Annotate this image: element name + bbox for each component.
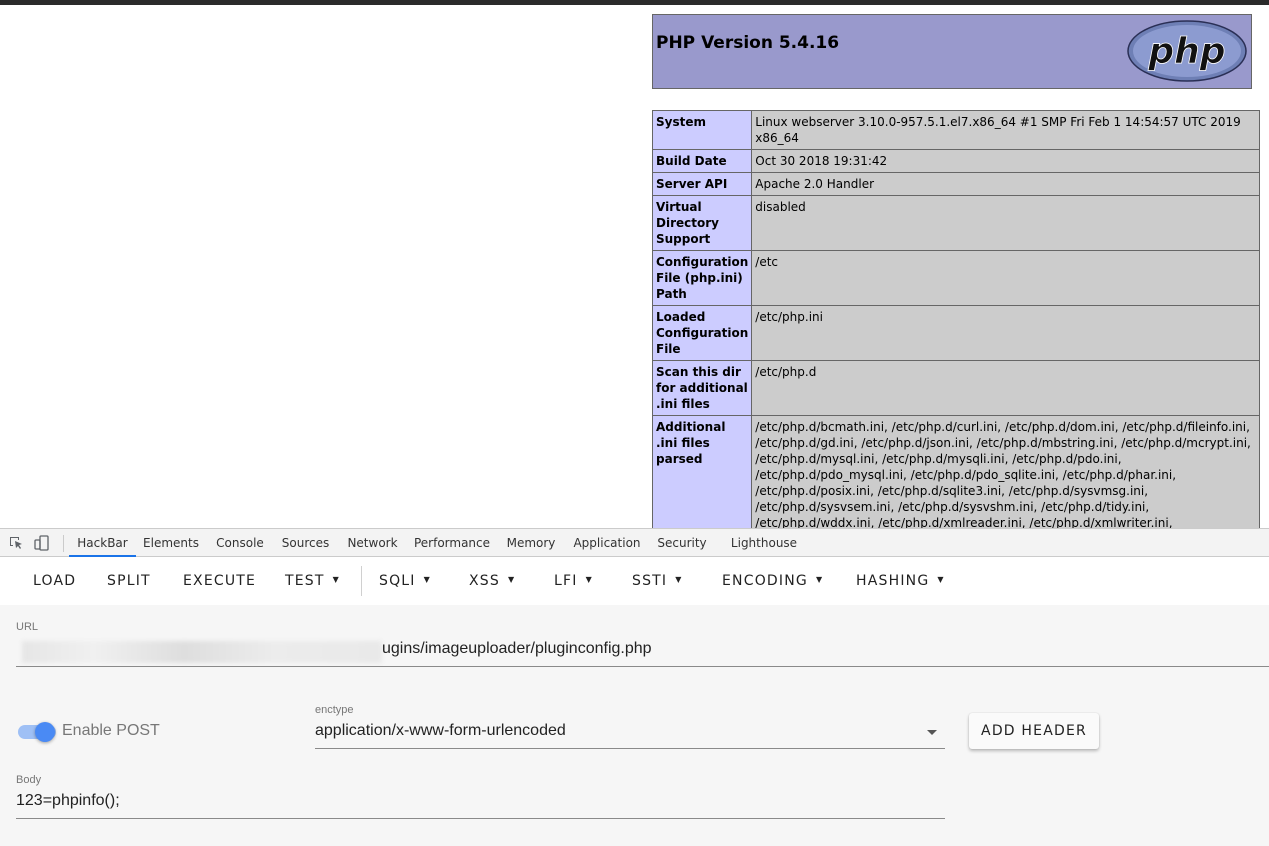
info-key: Scan this dir for additional .ini files — [651, 360, 753, 416]
toggle-knob[interactable] — [35, 722, 55, 742]
browser-viewport: PHP Version 5.4.16 php System Linux webse… — [0, 0, 1269, 528]
tab-network[interactable]: Network — [339, 529, 406, 557]
xss-label: XSS — [469, 573, 500, 589]
ssti-menu-button[interactable]: SSTI ▼ — [632, 557, 683, 605]
execute-button[interactable]: EXECUTE — [183, 557, 256, 605]
info-row: Build Date Oct 30 2018 19:31:42 — [651, 149, 1261, 173]
add-header-button[interactable]: ADD HEADER — [969, 713, 1099, 749]
hackbar-form: URL ugins/imageuploader/pluginconfig.php… — [0, 605, 1269, 846]
info-key: Build Date — [651, 149, 753, 173]
info-row: Additional .ini files parsed/etc/php.d/b… — [651, 415, 1261, 528]
info-value: Apache 2.0 Handler — [751, 172, 1261, 196]
tab-sources[interactable]: Sources — [274, 529, 337, 557]
tab-elements[interactable]: Elements — [137, 529, 205, 557]
tab-separator — [63, 535, 64, 552]
dropdown-arrow-icon[interactable] — [927, 730, 937, 735]
encoding-menu-button[interactable]: ENCODING ▼ — [722, 557, 823, 605]
php-version-title: PHP Version 5.4.16 — [656, 33, 840, 53]
devtools-tab-bar: HackBar Elements Console Sources Network Perf… — [0, 529, 1269, 557]
info-key: Server API — [651, 172, 753, 196]
load-label: LOAD — [33, 573, 77, 589]
tab-security[interactable]: Security — [650, 529, 714, 557]
body-underline — [16, 818, 945, 819]
url-input[interactable]: ugins/imageuploader/pluginconfig.php — [382, 640, 652, 658]
xss-menu-button[interactable]: XSS ▼ — [469, 557, 515, 605]
enctype-label: enctype — [315, 704, 354, 716]
sqli-label: SQLI — [379, 573, 416, 589]
sqli-menu-button[interactable]: SQLI ▼ — [379, 557, 431, 605]
toolbar-divider — [361, 566, 362, 596]
info-row: Loaded Configuration File/etc/php.ini — [651, 305, 1261, 361]
encoding-label: ENCODING — [722, 573, 808, 589]
info-row: Virtual Directory Support disabled — [651, 195, 1261, 251]
caret-down-icon: ▼ — [507, 575, 516, 584]
info-value: /etc/php.d — [751, 360, 1261, 416]
top-bar — [0, 0, 1269, 5]
load-button[interactable]: LOAD — [33, 557, 76, 605]
tab-lighthouse[interactable]: Lighthouse — [725, 529, 803, 557]
url-label: URL — [16, 621, 39, 633]
execute-label: EXECUTE — [183, 573, 257, 589]
enable-post-label: Enable POST — [62, 722, 160, 739]
split-label: SPLIT — [107, 573, 151, 589]
tab-application[interactable]: Application — [566, 529, 648, 557]
tab-console[interactable]: Console — [208, 529, 272, 557]
url-underline — [16, 666, 1269, 667]
info-key: System — [651, 110, 753, 150]
test-label: TEST — [285, 573, 325, 589]
tab-hackbar[interactable]: HackBar — [69, 529, 136, 557]
tab-memory[interactable]: Memory — [498, 529, 564, 557]
caret-down-icon: ▼ — [332, 575, 340, 584]
ssti-label: SSTI — [632, 573, 668, 589]
hashing-menu-button[interactable]: HASHING ▼ — [856, 557, 945, 605]
info-row: System Linux webserver 3.10.0-957.5.1.el7… — [651, 110, 1261, 150]
info-value: Linux webserver 3.10.0-957.5.1.el7.x86_6… — [751, 110, 1261, 150]
info-value: /etc — [751, 250, 1261, 306]
caret-down-icon: ▼ — [585, 575, 593, 584]
caret-down-icon: ▼ — [675, 575, 683, 584]
php-info-table: System Linux webserver 3.10.0-957.5.1.el7… — [651, 110, 1261, 528]
php-logo-icon: php — [1127, 20, 1247, 82]
split-button[interactable]: SPLIT — [107, 557, 151, 605]
enctype-underline — [315, 748, 945, 749]
info-value: disabled — [751, 195, 1261, 251]
caret-down-icon: ▼ — [423, 575, 431, 584]
hackbar-toolbar: LOAD SPLIT EXECUTE TEST ▼ SQLI ▼ XSS ▼ LFI ▼… — [0, 557, 1269, 605]
enctype-select[interactable]: application/x-www-form-urlencoded — [315, 722, 566, 740]
caret-down-icon: ▼ — [815, 575, 824, 584]
lfi-label: LFI — [554, 573, 578, 589]
info-key: Loaded Configuration File — [651, 305, 753, 361]
info-key: Additional .ini files parsed — [651, 415, 753, 528]
info-row: Configuration File (php.ini) Path/etc — [651, 250, 1261, 306]
caret-down-icon: ▼ — [937, 575, 945, 584]
info-value: /etc/php.ini — [751, 305, 1261, 361]
body-input[interactable]: 123=phpinfo(); — [16, 792, 120, 810]
lfi-menu-button[interactable]: LFI ▼ — [554, 557, 593, 605]
php-logo-text: php — [1147, 31, 1225, 72]
info-row: Scan this dir for additional .ini files /… — [651, 360, 1261, 416]
info-key: Virtual Directory Support — [651, 195, 753, 251]
info-value: Oct 30 2018 19:31:42 — [751, 149, 1261, 173]
hashing-label: HASHING — [856, 573, 930, 589]
inspect-element-icon[interactable] — [8, 535, 24, 551]
info-value: /etc/php.d/bcmath.ini, /etc/php.d/curl.i… — [751, 415, 1261, 528]
test-menu-button[interactable]: TEST ▼ — [285, 557, 340, 605]
url-redacted-region — [22, 641, 382, 663]
body-label: Body — [16, 774, 42, 786]
devtools-panel: HackBar Elements Console Sources Network Perf… — [0, 528, 1269, 846]
device-toolbar-icon[interactable] — [34, 535, 50, 551]
info-row: Server API Apache 2.0 Handler — [651, 172, 1261, 196]
tab-performance[interactable]: Performance — [408, 529, 496, 557]
php-version-header: PHP Version 5.4.16 php — [652, 14, 1252, 89]
info-key: Configuration File (php.ini) Path — [651, 250, 753, 306]
